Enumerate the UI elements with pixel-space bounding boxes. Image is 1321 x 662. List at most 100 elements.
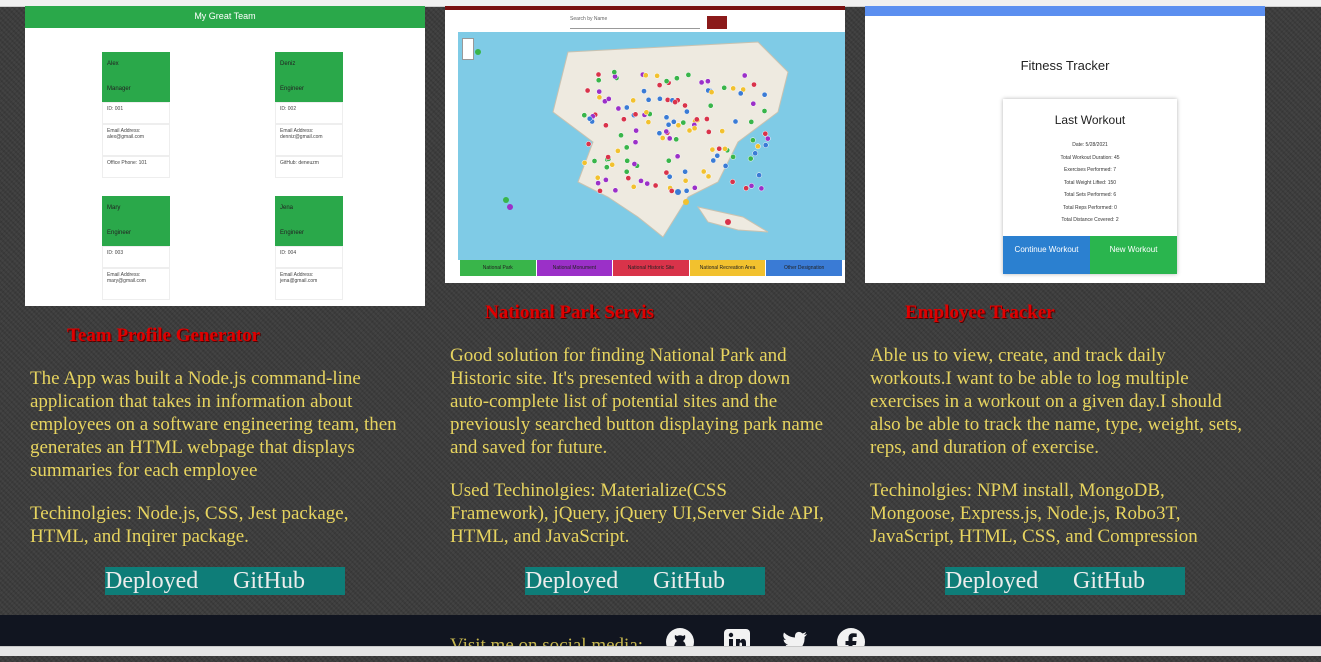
employee-role: Engineer [280,86,305,92]
employee-extra: GitHub: deneuzm [275,156,343,178]
map-pin [693,116,700,123]
map-pin [595,180,601,186]
map-search-input: Search by Name [570,16,700,29]
map-pin [748,119,755,125]
map-pin [761,91,768,98]
map-pin [675,189,681,195]
map-pin [618,132,624,139]
map-pin [737,90,744,97]
map-pin [624,157,631,164]
map-pin [503,197,509,203]
fitness-top-bar [865,6,1265,16]
map-pin [682,168,688,175]
employee-id: ID: 002 [275,102,343,124]
map-pin [632,139,639,146]
project-screenshot-team-profile[interactable]: My Great Team Alex Manager ID: 001 Email … [25,6,425,306]
map-pin [623,168,630,175]
map-pin [657,95,663,102]
map-zoom-control [462,38,474,60]
map-pin [603,177,609,183]
map-pin [732,118,739,125]
map-pin [683,199,689,205]
map-view [458,32,845,260]
map-pin [674,75,680,82]
north-america-map [475,41,789,238]
map-pin [596,94,603,101]
map-pin [609,161,616,168]
map-pin [750,100,757,107]
employee-card: Mary Engineer ID: 003 Email Address: mary@… [102,196,170,300]
map-pin [631,161,638,167]
map-pin [641,88,647,94]
map-pin [643,109,650,116]
project-technologies: Used Techinolgies: Materialize(CSS Frame… [450,480,824,547]
map-pin [638,178,644,184]
map-pin [741,72,748,79]
map-pin [698,79,705,86]
employee-id: ID: 004 [275,246,343,268]
project-screenshot-fitness-tracker[interactable]: Fitness Tracker Last Workout Date: 5/28/… [865,6,1265,283]
map-pin [668,188,675,194]
map-pin [644,180,651,187]
team-header: My Great Team [25,6,425,28]
map-pin [674,153,681,160]
employee-role: Engineer [280,230,305,236]
employee-email: alex@gmail.com [107,134,145,140]
map-pin [591,158,598,164]
map-toolbar: Search by Name [445,6,845,32]
workout-stat: Total Workout Duration: 45 [1060,154,1120,161]
project-screenshot-national-park[interactable]: Search by Name National Park National Mon… [445,6,845,283]
map-pin [645,96,652,103]
map-pin [664,97,671,103]
map-pin [729,178,736,185]
map-pin [615,148,621,154]
map-pin [594,174,601,181]
employee-role: Manager [107,86,131,92]
github-link[interactable]: GitHub [653,568,725,594]
new-workout-button: New Workout [1090,236,1177,274]
workout-stats: Date: 5/28/2021 Total Workout Duration: … [1003,139,1177,227]
map-legend-item: National Recreation Area [689,260,766,276]
employee-name: Mary [107,205,121,211]
employee-card: Deniz Engineer ID: 002 Email Address: denn… [275,52,343,178]
map-pin [762,142,769,148]
map-pin [663,78,670,84]
deployed-link[interactable]: Deployed [525,568,618,594]
map-pin [750,137,756,144]
map-pin [663,114,670,121]
map-pin [675,122,682,129]
map-pin [714,152,721,159]
employee-id: ID: 001 [102,102,170,124]
project-description: The App was built a Node.js command-line… [30,368,397,481]
map-pin [507,204,513,210]
employee-name: Deniz [280,61,296,67]
project-description: Able us to view, create, and track daily… [870,345,1242,458]
github-link[interactable]: GitHub [233,568,305,594]
map-pin [691,125,698,132]
map-pin [722,145,728,152]
project-technologies: Techinolgies: Node.js, CSS, Jest package… [30,503,349,547]
employee-role: Engineer [107,230,132,236]
project-title: National Park Servis [485,302,654,323]
map-pin [656,82,663,88]
map-pin [755,143,761,150]
employee-email: jena@gmail.com [280,278,318,284]
deployed-link[interactable]: Deployed [105,568,198,594]
map-legend-item: National Monument [536,260,613,276]
map-pin [633,127,639,134]
map-pin [652,182,659,189]
map-pin [630,97,637,104]
map-pin [615,105,622,112]
map-pin [632,111,639,118]
map-legend-item: National Park [460,260,536,276]
github-link[interactable]: GitHub [1073,568,1145,594]
map-pin [630,183,637,190]
deployed-link[interactable]: Deployed [945,568,1038,594]
map-pin [751,81,757,88]
employee-name: Jena [280,205,294,211]
last-workout-title: Last Workout [1054,113,1126,127]
fitness-app-title: Fitness Tracker [1020,58,1110,73]
map-pin [748,182,755,189]
project-description: Good solution for finding National Park … [450,345,824,458]
map-pin [700,168,707,175]
